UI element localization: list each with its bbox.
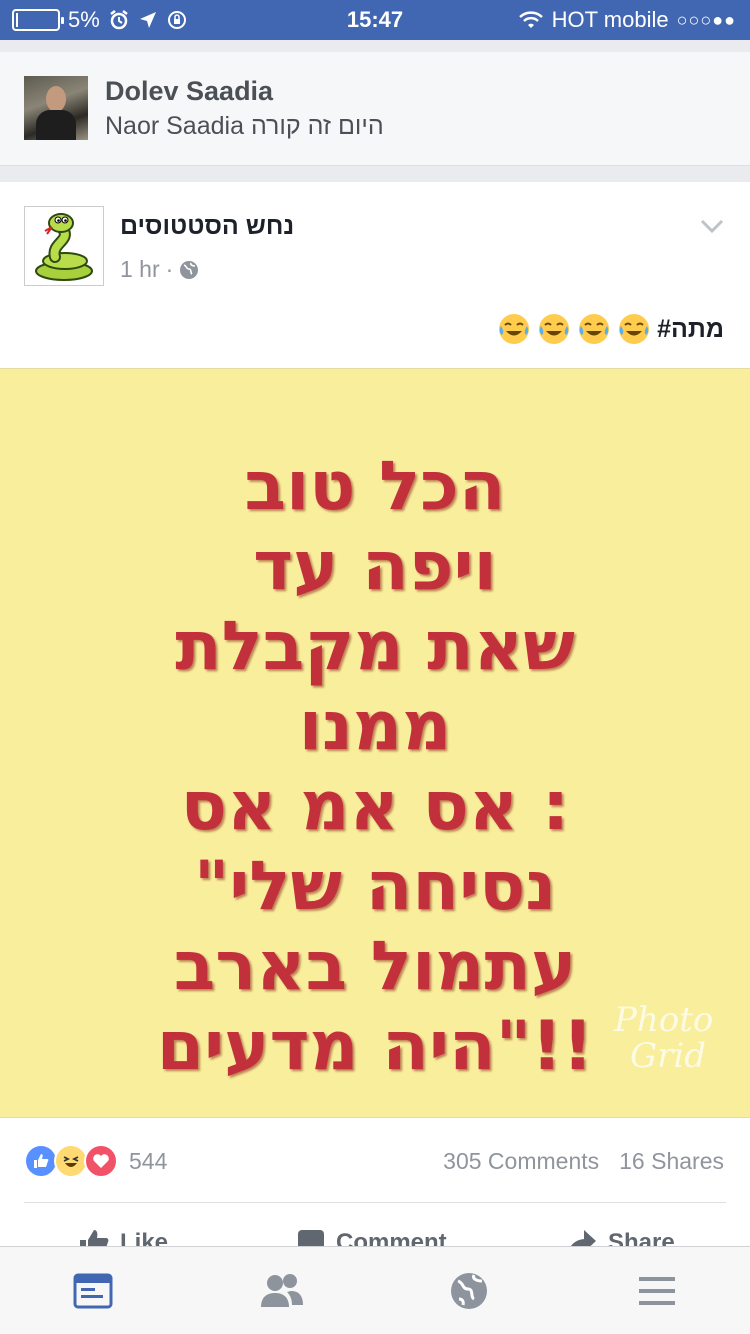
post-text: #מתה (497, 312, 724, 346)
haha-reaction-icon (54, 1144, 88, 1178)
watermark-line1: Photo (613, 1000, 713, 1040)
like-reaction-icon (24, 1144, 58, 1178)
love-reaction-icon (84, 1144, 118, 1178)
shares-count[interactable]: 16 Shares (619, 1148, 724, 1175)
sharer-name[interactable]: Dolev Saadia (105, 76, 273, 107)
status-right: HOT mobile ○○○●● (518, 7, 736, 33)
tears-of-joy-emoji (499, 314, 530, 344)
action-divider (24, 1202, 726, 1203)
news-feed-icon[interactable] (73, 1271, 113, 1311)
post-meta: 1 hr · (120, 256, 199, 283)
signal-dots: ○○○●● (676, 9, 736, 30)
reactions-row[interactable]: 544 305 Comments 16 Shares (0, 1132, 750, 1188)
globe-icon[interactable] (449, 1271, 489, 1311)
avatar-face (46, 86, 66, 112)
snake-icon (35, 213, 93, 281)
menu-icon[interactable] (637, 1271, 677, 1311)
post-image[interactable]: הכל טוב ויפה עד שאת מקבלת ממנו אס אמ אס … (0, 368, 750, 1118)
image-text-line: "נסיחה שלי (193, 847, 557, 926)
carrier-name: HOT mobile (551, 7, 669, 32)
public-globe-icon (180, 260, 199, 279)
tears-of-joy-emoji (619, 314, 650, 344)
image-text-line: אס אמ אס : (180, 767, 570, 846)
image-text-line: הכל טוב (244, 447, 506, 526)
post-time[interactable]: 1 hr (120, 256, 160, 283)
tears-of-joy-emoji (579, 314, 610, 344)
status-bar: 5% 15:47 HOT mobile ○○○●● (0, 0, 750, 40)
photogrid-watermark: Photo Grid (613, 1000, 713, 1076)
sharer-avatar[interactable] (24, 76, 88, 140)
post-card: נחש הסטטוסים 1 hr · #מתה הכל טוב ויפה עד… (0, 182, 750, 1252)
meta-dot: · (165, 256, 174, 282)
reactions-count[interactable]: 544 (129, 1148, 167, 1175)
watermark-line2: Grid (630, 1036, 706, 1076)
share-subtitle: Naor Saadia היום זה קורה (105, 112, 384, 140)
friends-icon[interactable] (260, 1271, 304, 1311)
tears-of-joy-emoji (539, 314, 570, 344)
hashtag-text[interactable]: #מתה (657, 315, 724, 344)
page-avatar[interactable] (24, 206, 104, 286)
chevron-down-icon[interactable] (698, 212, 726, 240)
image-text-line: ויפה עד (253, 527, 497, 606)
engagement-counts: 305 Comments 16 Shares (443, 1148, 724, 1175)
bottom-tab-bar (0, 1246, 750, 1334)
reaction-icons[interactable] (24, 1144, 118, 1178)
page-name[interactable]: נחש הסטטוסים (120, 212, 294, 241)
image-text-line: שאת מקבלת (175, 607, 575, 686)
comments-count[interactable]: 305 Comments (443, 1148, 599, 1175)
image-text-line: ממנו (298, 687, 452, 766)
share-header[interactable]: Dolev Saadia Naor Saadia היום זה קורה (0, 52, 750, 166)
avatar-coat (36, 110, 76, 140)
wifi-icon (518, 11, 543, 28)
